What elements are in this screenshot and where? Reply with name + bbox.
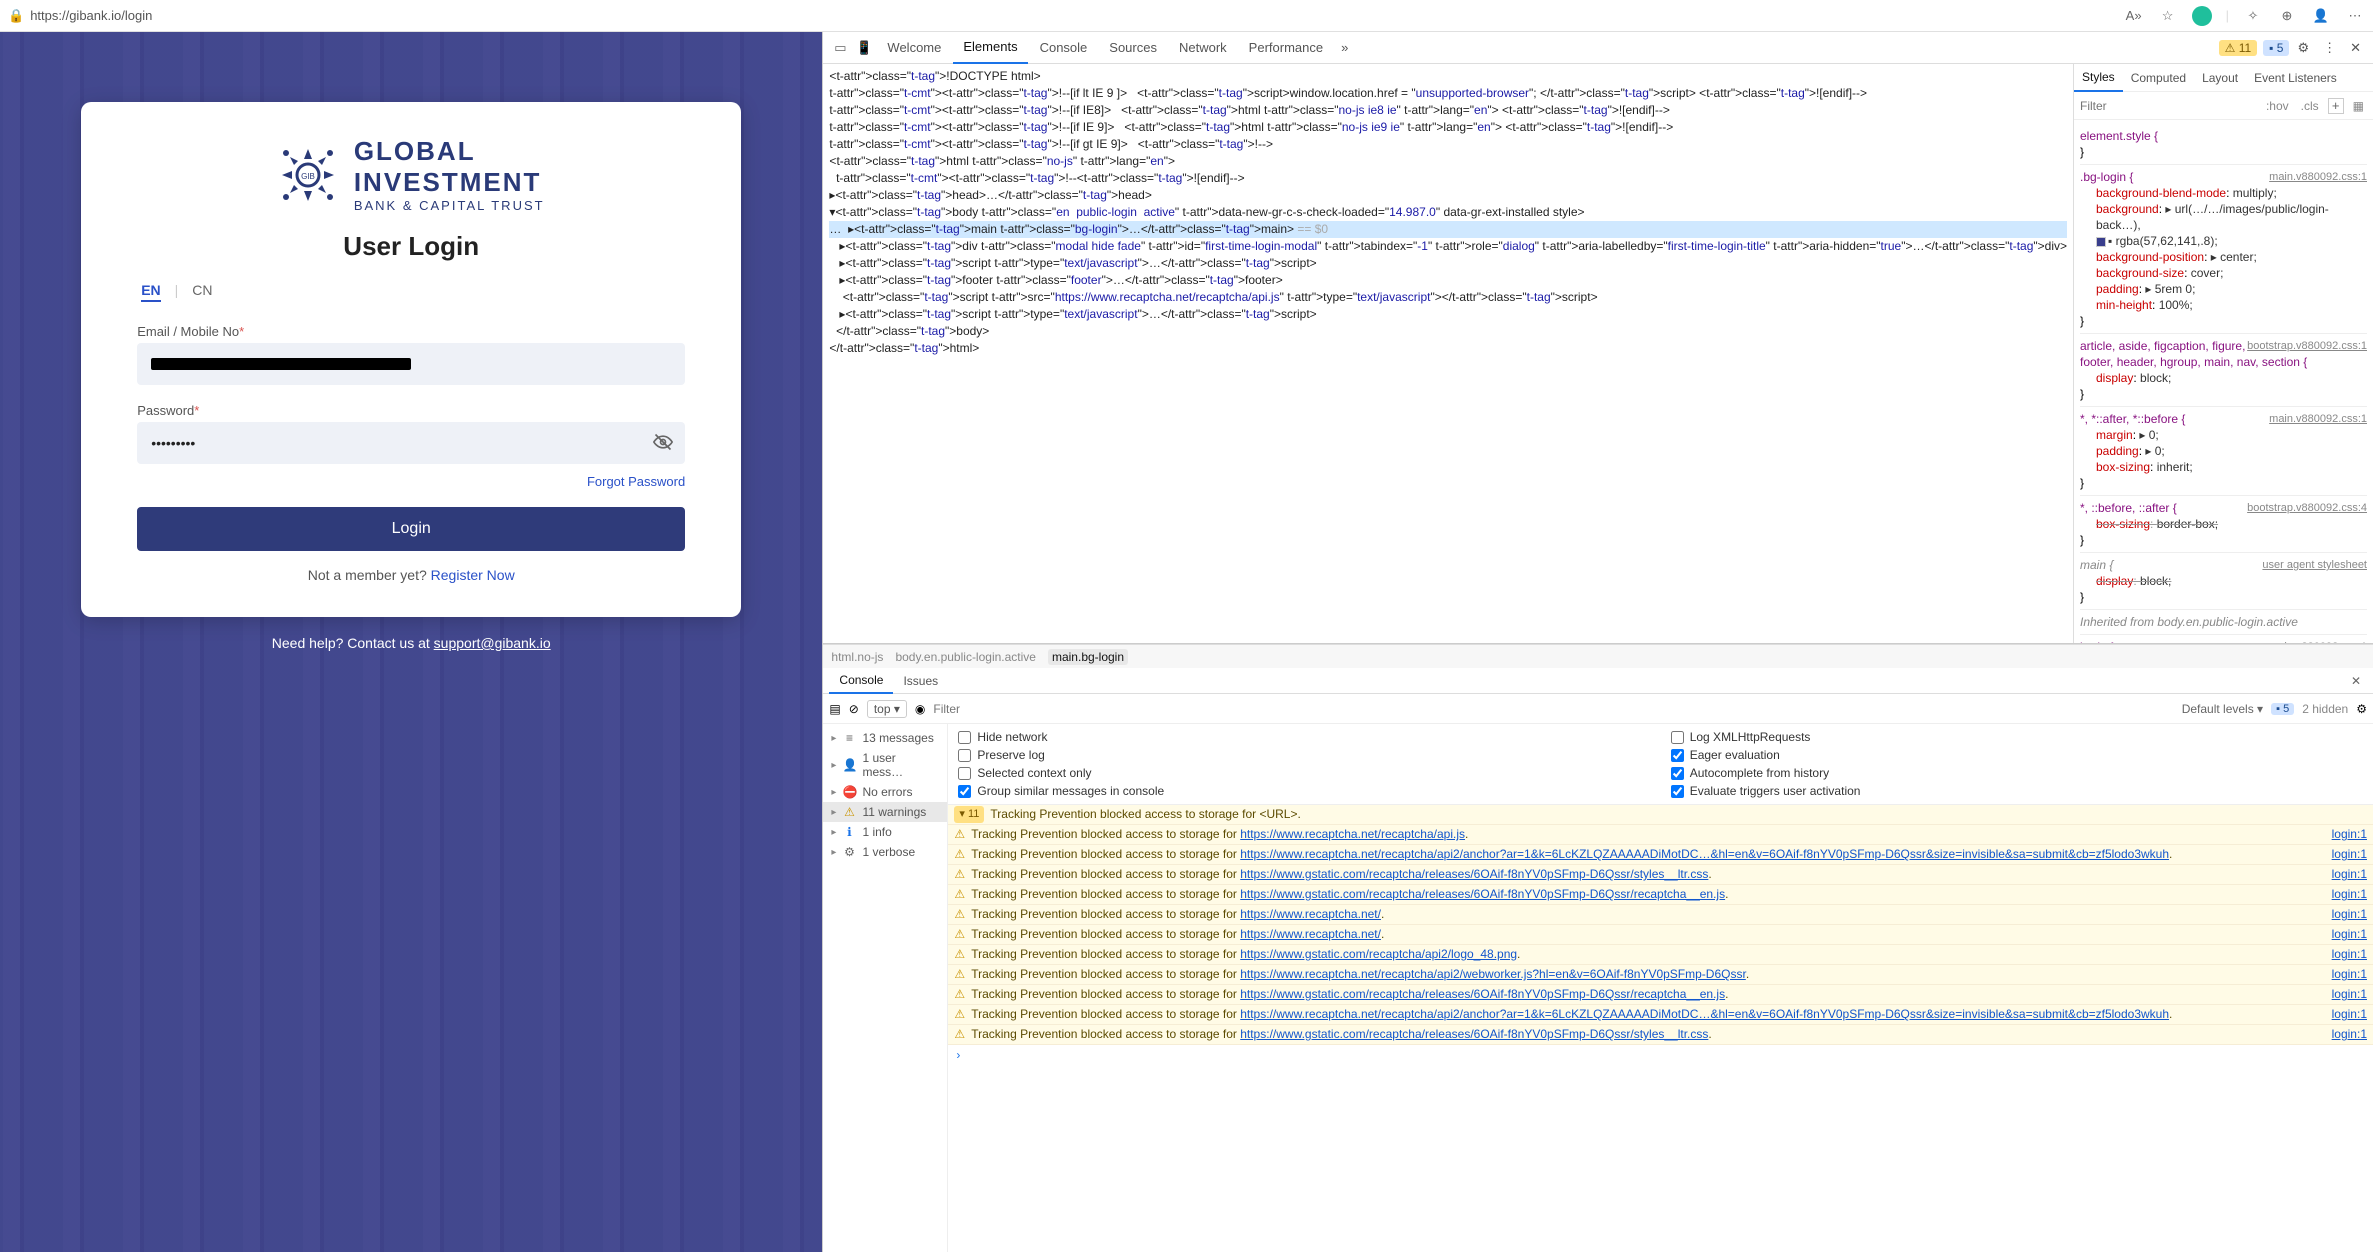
logo-row: GIB GLOBAL INVESTMENT <box>137 136 685 213</box>
styles-panel: Styles Computed Layout Event Listeners :… <box>2073 64 2373 643</box>
tab-welcome[interactable]: Welcome <box>877 32 951 64</box>
read-aloud-icon[interactable]: A» <box>2124 6 2144 26</box>
inspect-icon[interactable]: ▭ <box>829 40 851 56</box>
styles-tabs: Styles Computed Layout Event Listeners <box>2074 64 2373 92</box>
drawer-tab-issues[interactable]: Issues <box>893 668 948 694</box>
console-setting[interactable]: Autocomplete from history <box>1671 766 2363 780</box>
help-email-link[interactable]: support@gibank.io <box>434 635 551 651</box>
language-switch: EN | CN <box>137 282 685 302</box>
tab-network[interactable]: Network <box>1169 32 1237 64</box>
lock-icon: 🔒 <box>8 8 24 24</box>
styles-tab-styles[interactable]: Styles <box>2074 64 2123 92</box>
elements-tree[interactable]: <t-attr">class="t-tag">!DOCTYPE html>t-a… <box>823 64 2073 643</box>
login-page: GIB GLOBAL INVESTMENT <box>0 32 822 1252</box>
clear-console-icon[interactable]: ⊘ <box>849 702 859 716</box>
password-input[interactable] <box>137 422 685 464</box>
console-drawer: Console Issues ✕ ▤ ⊘ top ▾ ◉ Default lev… <box>823 668 2373 1252</box>
tab-sources[interactable]: Sources <box>1099 32 1167 64</box>
console-drawer-tabs: Console Issues ✕ <box>823 668 2373 694</box>
console-setting[interactable]: Hide network <box>958 730 1650 744</box>
password-label: Password* <box>137 403 685 418</box>
brand-line3: BANK & CAPITAL TRUST <box>354 198 545 213</box>
collections-icon[interactable]: ⊕ <box>2277 6 2297 26</box>
drawer-tab-console[interactable]: Console <box>829 668 893 694</box>
tab-console[interactable]: Console <box>1030 32 1098 64</box>
browser-address-bar: 🔒 https://gibank.io/login A» ☆ | ✧ ⊕ 👤 ⋯ <box>0 0 2373 32</box>
styles-more-icon[interactable]: ▦ <box>2350 99 2367 113</box>
styles-rules[interactable]: element.style {}main.v880092.css:1.bg-lo… <box>2074 120 2373 643</box>
bank-logo-icon: GIB <box>278 145 338 205</box>
live-expression-icon[interactable]: ◉ <box>915 702 925 716</box>
more-icon[interactable]: ⋯ <box>2345 6 2365 26</box>
settings-icon[interactable]: ⚙ <box>2291 40 2315 56</box>
devtools-panel: ▭ 📱 Welcome Elements Console Sources Net… <box>822 32 2373 1252</box>
login-card: GIB GLOBAL INVESTMENT <box>81 102 741 617</box>
eye-off-icon[interactable] <box>653 432 673 457</box>
breadcrumb[interactable]: html.no-jsbody.en.public-login.activemai… <box>823 644 2373 668</box>
main-row: GIB GLOBAL INVESTMENT <box>0 32 2373 1252</box>
console-log[interactable]: ▾ 11Tracking Prevention blocked access t… <box>948 805 2373 1252</box>
svg-text:GIB: GIB <box>301 172 315 181</box>
styles-tab-computed[interactable]: Computed <box>2123 64 2194 92</box>
console-sidebar[interactable]: ▸≡13 messages▸👤1 user mess…▸⛔No errors▸⚠… <box>823 724 948 1252</box>
console-setting[interactable]: Selected context only <box>958 766 1650 780</box>
register-link[interactable]: Register Now <box>431 567 515 583</box>
levels-select[interactable]: Default levels ▾ <box>2182 702 2263 716</box>
console-filter-input[interactable] <box>933 702 2173 716</box>
close-devtools-icon[interactable]: ✕ <box>2344 40 2367 56</box>
lang-en[interactable]: EN <box>141 282 160 302</box>
browser-right-icons: A» ☆ | ✧ ⊕ 👤 ⋯ <box>2124 6 2365 26</box>
login-button[interactable]: Login <box>137 507 685 551</box>
console-setting[interactable]: Log XMLHttpRequests <box>1671 730 2363 744</box>
email-input[interactable] <box>137 343 685 385</box>
hov-toggle[interactable]: :hov <box>2263 99 2292 113</box>
brand-line1: GLOBAL <box>354 136 545 167</box>
tab-performance[interactable]: Performance <box>1239 32 1333 64</box>
hidden-count: 2 hidden <box>2302 702 2348 716</box>
login-title: User Login <box>137 231 685 262</box>
lang-separator: | <box>175 282 179 302</box>
logo-text: GLOBAL INVESTMENT BANK & CAPITAL TRUST <box>354 136 545 213</box>
console-sidebar-toggle-icon[interactable]: ▤ <box>829 702 840 716</box>
info-badge[interactable]: ▪ 5 <box>2263 40 2289 56</box>
styles-filter-row: :hov .cls + ▦ <box>2074 92 2373 120</box>
drawer-close-icon[interactable]: ✕ <box>2345 674 2367 688</box>
issues-mini-badge[interactable]: ▪ 5 <box>2271 703 2294 715</box>
console-setting[interactable]: Eager evaluation <box>1671 748 2363 762</box>
help-row: Need help? Contact us at support@gibank.… <box>272 635 551 651</box>
devtools-tabs: ▭ 📱 Welcome Elements Console Sources Net… <box>823 32 2373 64</box>
favorite-icon[interactable]: ☆ <box>2158 6 2178 26</box>
extension-badge[interactable] <box>2192 6 2212 26</box>
new-rule-button[interactable]: + <box>2328 98 2344 114</box>
console-settings-icon[interactable]: ⚙ <box>2356 702 2367 716</box>
email-label: Email / Mobile No* <box>137 324 685 339</box>
devtools-body: <t-attr">class="t-tag">!DOCTYPE html>t-a… <box>823 64 2373 644</box>
tab-elements[interactable]: Elements <box>953 32 1027 64</box>
profile-icon[interactable]: 👤 <box>2311 6 2331 26</box>
console-toolbar: ▤ ⊘ top ▾ ◉ Default levels ▾ ▪ 5 2 hidde… <box>823 694 2373 724</box>
console-setting[interactable]: Preserve log <box>958 748 1650 762</box>
styles-filter-input[interactable] <box>2080 99 2257 113</box>
lang-cn[interactable]: CN <box>192 282 212 302</box>
styles-tab-event[interactable]: Event Listeners <box>2246 64 2345 92</box>
kebab-icon[interactable]: ⋮ <box>2317 40 2342 56</box>
console-setting[interactable]: Group similar messages in console <box>958 784 1650 798</box>
warnings-badge[interactable]: ⚠ 11 <box>2219 40 2258 56</box>
console-setting[interactable]: Evaluate triggers user activation <box>1671 784 2363 798</box>
favorites-bar-icon[interactable]: ✧ <box>2243 6 2263 26</box>
cls-toggle[interactable]: .cls <box>2298 99 2322 113</box>
console-body: ▸≡13 messages▸👤1 user mess…▸⛔No errors▸⚠… <box>823 724 2373 1252</box>
console-main: Hide network Log XMLHttpRequests Preserv… <box>948 724 2373 1252</box>
url-text[interactable]: https://gibank.io/login <box>30 8 2123 23</box>
styles-tab-layout[interactable]: Layout <box>2194 64 2246 92</box>
device-icon[interactable]: 📱 <box>853 40 875 56</box>
context-select[interactable]: top ▾ <box>867 700 907 718</box>
register-row: Not a member yet? Register Now <box>137 567 685 583</box>
brand-line2: INVESTMENT <box>354 167 545 198</box>
tabs-more-icon[interactable]: » <box>1335 40 1354 55</box>
console-settings-grid: Hide network Log XMLHttpRequests Preserv… <box>948 724 2373 805</box>
